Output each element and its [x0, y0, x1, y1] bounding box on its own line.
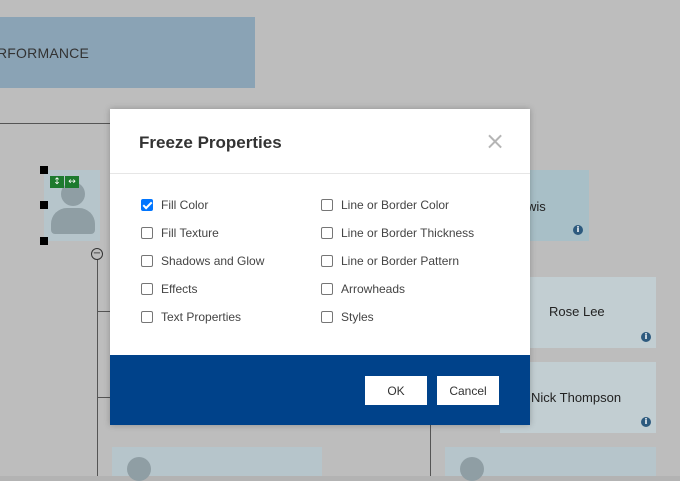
option-line-or-border-pattern[interactable]: Line or Border Pattern	[321, 254, 459, 268]
checkbox[interactable]	[141, 283, 153, 295]
cancel-button[interactable]: Cancel	[437, 376, 499, 405]
option-text-properties[interactable]: Text Properties	[141, 310, 241, 324]
info-icon[interactable]: i	[573, 225, 583, 235]
option-label: Effects	[161, 282, 198, 296]
checkbox[interactable]	[321, 227, 333, 239]
performance-banner[interactable]: RFORMANCE	[0, 17, 255, 88]
checkbox[interactable]	[141, 227, 153, 239]
info-icon[interactable]: i	[641, 332, 651, 342]
option-label: Line or Border Color	[341, 198, 450, 212]
connector-line	[97, 258, 98, 476]
dialog-footer: OK Cancel	[110, 355, 530, 425]
option-label: Shadows and Glow	[161, 254, 265, 268]
avatar-head	[127, 457, 151, 481]
dialog-title: Freeze Properties	[139, 133, 282, 152]
option-styles[interactable]: Styles	[321, 310, 374, 324]
selection-handle[interactable]	[40, 166, 48, 174]
employee-name: Nick Thompson	[531, 390, 622, 405]
selection-handle[interactable]	[40, 201, 48, 209]
close-icon[interactable]: ×	[485, 129, 505, 153]
option-label: Line or Border Thickness	[341, 226, 475, 240]
option-label: Arrowheads	[341, 282, 406, 296]
checkbox[interactable]	[321, 311, 333, 323]
connector-line	[97, 311, 110, 312]
collapse-icon[interactable]: −	[91, 248, 103, 260]
banner-text: RFORMANCE	[0, 44, 90, 61]
option-label: Fill Texture	[161, 226, 219, 240]
checkbox[interactable]	[321, 255, 333, 267]
vertical-resize-icon[interactable]: ↕	[50, 176, 64, 188]
option-label: Fill Color	[161, 198, 209, 212]
avatar-head	[460, 457, 484, 481]
selection-handle[interactable]	[40, 237, 48, 245]
option-arrowheads[interactable]: Arrowheads	[321, 282, 405, 296]
ok-button[interactable]: OK	[365, 376, 427, 405]
connector-line	[97, 397, 110, 398]
horizontal-resize-icon[interactable]: ↔	[65, 176, 79, 188]
option-line-or-border-thickness[interactable]: Line or Border Thickness	[321, 226, 474, 240]
option-label: Line or Border Pattern	[341, 254, 460, 268]
option-fill-color[interactable]: Fill Color	[141, 198, 208, 212]
checkbox[interactable]	[141, 311, 153, 323]
checkbox[interactable]	[321, 199, 333, 211]
employee-name: Rose Lee	[549, 304, 605, 319]
freeze-properties-dialog: Freeze Properties × Fill Color Fill Textu…	[110, 109, 530, 425]
option-shadows-and-glow[interactable]: Shadows and Glow	[141, 254, 264, 268]
connector-line	[430, 425, 431, 476]
dialog-header: Freeze Properties ×	[110, 109, 530, 174]
info-icon[interactable]: i	[641, 417, 651, 427]
option-effects[interactable]: Effects	[141, 282, 197, 296]
option-label: Styles	[341, 310, 374, 324]
checkbox[interactable]	[321, 283, 333, 295]
option-fill-texture[interactable]: Fill Texture	[141, 226, 219, 240]
option-label: Text Properties	[161, 310, 242, 324]
option-line-or-border-color[interactable]: Line or Border Color	[321, 198, 449, 212]
connector-line	[0, 123, 110, 124]
avatar-body	[51, 208, 95, 234]
checkbox[interactable]	[141, 199, 153, 211]
checkbox[interactable]	[141, 255, 153, 267]
